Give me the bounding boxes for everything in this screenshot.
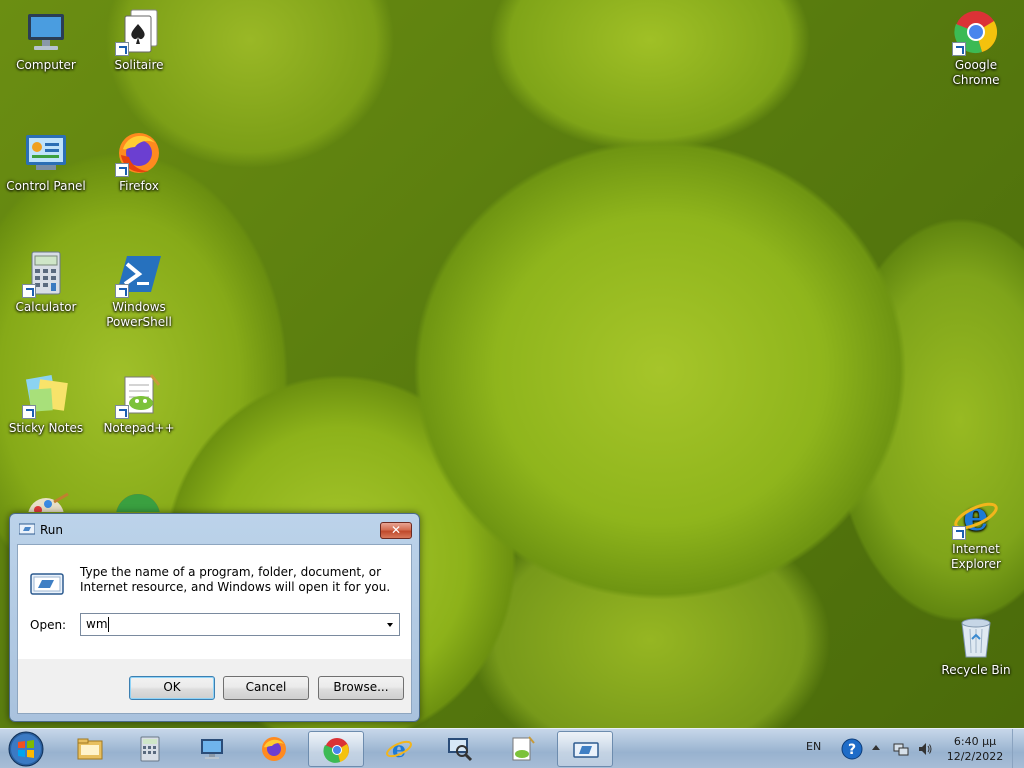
notepadpp-icon [512, 736, 535, 761]
shortcut-arrow-icon [115, 405, 129, 419]
run-content-area: Type the name of a program, folder, docu… [18, 545, 411, 659]
run-program-icon [30, 573, 64, 595]
desktop-icon-label: Solitaire [114, 58, 164, 72]
magnifier-icon [448, 738, 473, 762]
sticky-notes-icon [22, 371, 70, 419]
desktop-icon-notepadpp[interactable]: Notepad++ [93, 371, 185, 436]
run-icon [18, 523, 36, 535]
shortcut-arrow-icon [22, 284, 36, 298]
text-caret [108, 617, 109, 632]
recycle-bin-icon [952, 613, 1000, 661]
desktop-icon-label: Internet Explorer [951, 542, 1001, 571]
desktop-icon-label: Recycle Bin [941, 663, 1011, 677]
ok-button[interactable]: OK [129, 676, 215, 700]
taskbar-chrome[interactable] [308, 731, 364, 767]
shortcut-arrow-icon [115, 42, 129, 56]
shortcut-arrow-icon [952, 526, 966, 540]
desktop-icon-calculator[interactable]: Calculator [0, 250, 92, 315]
browse-button[interactable]: Browse... [318, 676, 404, 700]
internet-explorer-icon: e [386, 737, 412, 763]
clock-time: 6:40 µµ [953, 735, 997, 748]
desktop-icon-label: Firefox [119, 179, 159, 193]
taskbar-remote-desktop[interactable] [184, 731, 240, 767]
shortcut-arrow-icon [115, 284, 129, 298]
desktop-icon-partial-paint[interactable] [24, 492, 72, 512]
taskbar: e EN ? 6:40 µµ 12/2/2022 [0, 728, 1024, 768]
help-icon[interactable]: ? [841, 738, 863, 760]
chrome-icon [952, 8, 1000, 56]
desktop-icon-firefox[interactable]: Firefox [93, 129, 185, 194]
calculator-icon [140, 736, 160, 762]
solitaire-icon [115, 8, 163, 56]
run-body: Type the name of a program, folder, docu… [17, 544, 412, 714]
computer-icon [22, 8, 70, 56]
run-dialog: Run ✕ Type the name of a program, folder… [9, 513, 420, 722]
notepadpp-icon [115, 371, 163, 419]
remote-desktop-icon [201, 739, 223, 759]
folder-icon [77, 738, 103, 760]
taskbar-run[interactable] [557, 731, 613, 767]
chevron-down-icon[interactable] [382, 614, 399, 635]
taskbar-firefox[interactable] [246, 731, 302, 767]
shortcut-arrow-icon [22, 405, 36, 419]
network-icon[interactable] [893, 741, 909, 757]
cancel-button[interactable]: Cancel [223, 676, 309, 700]
desktop-icon-label: Control Panel [6, 179, 86, 193]
svg-text:e: e [392, 737, 406, 763]
taskbar-calculator[interactable] [122, 731, 178, 767]
clock[interactable]: 6:40 µµ 12/2/2022 [945, 734, 1005, 764]
taskbar-file-explorer[interactable] [62, 731, 118, 767]
shortcut-arrow-icon [952, 42, 966, 56]
desktop-icon-label: Calculator [15, 300, 77, 314]
svg-text:e: e [963, 493, 988, 540]
desktop-icon-computer[interactable]: Computer [0, 8, 92, 73]
taskbar-notepadpp[interactable] [494, 731, 550, 767]
show-desktop-button[interactable] [1012, 729, 1024, 768]
desktop-icon-label: Google Chrome [952, 58, 1000, 87]
firefox-icon [262, 737, 286, 761]
open-label: Open: [30, 618, 67, 632]
desktop-icon-powershell[interactable]: Windows PowerShell [93, 250, 185, 330]
run-description: Type the name of a program, folder, docu… [80, 565, 391, 594]
desktop-icon-control-panel[interactable]: Control Panel [0, 129, 92, 194]
desktop-icon-label: Notepad++ [103, 421, 175, 435]
desktop-icon-solitaire[interactable]: Solitaire [93, 8, 185, 73]
powershell-icon [115, 250, 163, 298]
clock-date: 12/2/2022 [946, 750, 1004, 763]
start-button[interactable] [4, 730, 48, 768]
internet-explorer-icon: e [952, 492, 1000, 540]
run-icon [573, 742, 599, 758]
open-combobox[interactable]: wm [80, 613, 400, 636]
language-indicator[interactable]: EN [806, 740, 821, 753]
control-panel-icon [22, 129, 70, 177]
windows-logo-icon [8, 731, 44, 767]
desktop-icon-partial-game[interactable] [114, 492, 162, 512]
desktop-icon-internet-explorer[interactable]: e Internet Explorer [930, 492, 1022, 572]
taskbar-internet-explorer[interactable]: e [371, 731, 427, 767]
desktop-icon-label: Windows PowerShell [106, 300, 172, 329]
calculator-icon [22, 250, 70, 298]
close-button[interactable]: ✕ [380, 522, 412, 539]
chrome-icon [323, 738, 349, 763]
desktop-icon-sticky-notes[interactable]: Sticky Notes [0, 371, 92, 436]
game-ball-icon [116, 494, 160, 512]
shortcut-arrow-icon [115, 163, 129, 177]
close-icon: ✕ [390, 523, 402, 537]
open-input[interactable]: wm [86, 617, 108, 631]
paint-icon [28, 492, 69, 512]
run-titlebar[interactable]: Run ✕ [10, 514, 419, 544]
svg-text:?: ? [848, 742, 856, 758]
window-title: Run [40, 523, 64, 537]
firefox-icon [115, 129, 163, 177]
desktop-icon-google-chrome[interactable]: Google Chrome [930, 8, 1022, 88]
desktop-icon-label: Sticky Notes [8, 421, 84, 435]
desktop-icon-recycle-bin[interactable]: Recycle Bin [930, 613, 1022, 678]
taskbar-magnifier[interactable] [432, 731, 488, 767]
desktop-icon-label: Computer [16, 58, 76, 72]
volume-icon[interactable] [917, 741, 933, 757]
show-hidden-icons-icon[interactable] [872, 745, 880, 750]
